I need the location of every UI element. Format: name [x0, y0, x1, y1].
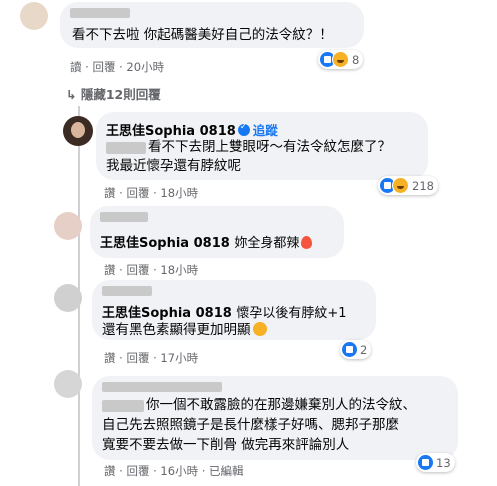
comment-actions[interactable]: 讚 · 回覆 · 17小時: [104, 350, 198, 366]
avatar[interactable]: [54, 370, 82, 398]
comment-text: 你一個不敢露臉的在那邊嫌棄別人的法令紋、: [146, 397, 416, 413]
comment-bubble: 王思佳Sophia 0818 追蹤 看不下去閉上雙眼呀～有法令紋怎麼了？ 我最近懷…: [96, 112, 428, 180]
comment-text: 我最近懷孕還有脖紋呢: [106, 158, 241, 174]
crying-face-emoji-icon: [252, 322, 267, 336]
comment-bubble: 王思佳Sophia 0818 妳全身都辣: [90, 206, 344, 258]
reaction-summary[interactable]: 13: [416, 453, 455, 472]
reaction-count: 13: [436, 455, 451, 470]
blurred-tag: [102, 400, 144, 412]
hidden-replies-label: 隱藏12則回覆: [80, 87, 161, 102]
blurred-author-name: [102, 382, 222, 392]
comment-bubble: 你一個不敢露臉的在那邊嫌棄別人的法令紋、 自己先去照照鏡子是長什麼樣子好嗎、腮邦…: [92, 376, 458, 460]
reaction-summary[interactable]: 8: [318, 50, 364, 69]
comment-text: 看不下去閉上雙眼呀～有法令紋怎麼了？: [148, 139, 391, 155]
reaction-summary[interactable]: 218: [378, 176, 438, 195]
fire-emoji-icon: [301, 236, 313, 249]
comment-bubble: 王思佳Sophia 0818 懷孕以後有脖紋+1 還有黑色素顯得更加明顯: [92, 280, 376, 340]
reaction-count: 218: [412, 178, 434, 193]
avatar[interactable]: [54, 212, 82, 240]
comment-text: 自己先去照照鏡子是長什麼樣子好嗎、腮邦子那麼: [102, 417, 399, 433]
comment-body: 還有黑色素顯得更加明顯: [102, 322, 251, 338]
blurred-author-name: [100, 212, 148, 222]
comment-text: 王思佳Sophia 0818 懷孕以後有脖紋+1: [102, 302, 347, 321]
blurred-author-name: [102, 286, 152, 296]
comment-text: 王思佳Sophia 0818 妳全身都辣: [100, 232, 313, 251]
mention-link[interactable]: 王思佳Sophia 0818: [100, 236, 230, 251]
comment-actions[interactable]: 讚 · 回覆 · 18小時: [104, 185, 198, 201]
author-name-text[interactable]: 王思佳Sophia 0818: [106, 124, 236, 139]
mention-link[interactable]: 王思佳Sophia 0818: [102, 306, 232, 321]
comment-text: 還有黑色素顯得更加明顯: [102, 321, 267, 340]
reaction-summary[interactable]: 2: [340, 340, 372, 359]
follow-link[interactable]: 追蹤: [253, 123, 278, 138]
comment-body: 妳全身都辣: [234, 236, 300, 251]
reaction-count: 8: [352, 52, 360, 67]
comment-bubble: 看不下去啦 你起碼醫美好自己的法令紋？！: [60, 2, 364, 48]
reaction-count: 2: [360, 342, 368, 357]
avatar[interactable]: [54, 284, 82, 312]
reply-arrow-icon: ↳: [66, 87, 77, 102]
comment-actions[interactable]: 讀 · 回覆 · 20小時: [70, 59, 164, 75]
comment-text: 寬要不要去做一下削骨 做完再來評論別人: [102, 437, 350, 453]
author-name[interactable]: 王思佳Sophia 0818 追蹤: [106, 120, 278, 139]
comment-text: 看不下去啦 你起碼醫美好自己的法令紋？！: [72, 27, 333, 43]
comment-actions[interactable]: 讚 · 回覆 · 16小時 · 已編輯: [104, 463, 244, 479]
avatar[interactable]: [20, 2, 48, 30]
blurred-author-name: [70, 8, 130, 18]
like-icon: [418, 455, 433, 470]
avatar[interactable]: [63, 116, 93, 146]
like-icon: [342, 342, 357, 357]
hidden-replies-link[interactable]: ↳ 隱藏12則回覆: [66, 84, 161, 103]
haha-icon: [392, 177, 409, 194]
blurred-tag: [106, 142, 146, 154]
comment-body: 懷孕以後有脖紋+1: [236, 306, 347, 321]
haha-icon: [332, 51, 349, 68]
comment-actions[interactable]: 讚 · 回覆 · 18小時: [104, 262, 198, 278]
verified-badge-icon: [237, 122, 250, 136]
